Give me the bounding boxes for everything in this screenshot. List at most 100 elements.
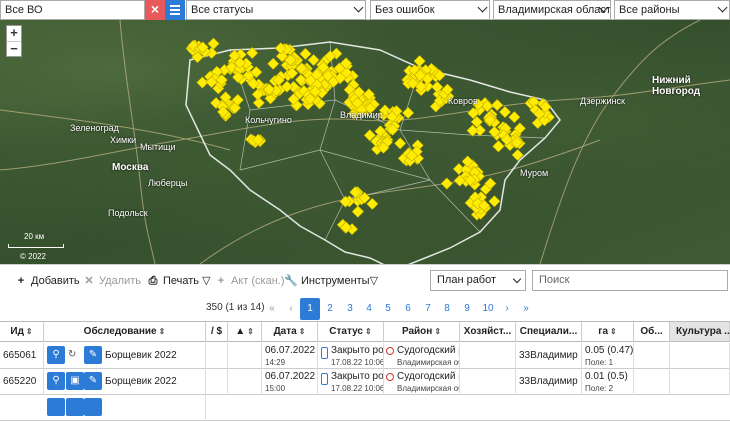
specialist-value: 33Владимир: [519, 376, 578, 387]
delete-button[interactable]: ✕ Удалить: [82, 273, 141, 289]
survey-marker[interactable]: [440, 177, 453, 190]
map-markers: [185, 37, 555, 236]
col-date[interactable]: Дата ⇕: [262, 322, 318, 342]
tools-button[interactable]: 🔧 Инструменты▽: [284, 273, 378, 289]
search-placeholder: Поиск: [539, 274, 570, 286]
col-owner-label: Хозяйст...: [463, 326, 512, 337]
errors-select[interactable]: Без ошибок: [370, 0, 490, 20]
col-culture[interactable]: Культура ...: [670, 322, 730, 342]
table-row[interactable]: 665061 ⚲ ↻ ✎ Борщевик 2022 06.07.2022 14:…: [0, 343, 730, 369]
col-id[interactable]: Ид ⇕: [0, 322, 44, 342]
survey-marker[interactable]: [492, 140, 505, 153]
region-select[interactable]: Владимирская область: [493, 0, 611, 20]
table-row[interactable]: [0, 395, 730, 421]
sort-icon: ⇕: [365, 327, 372, 336]
status-date: 17.08.22 10:06: [331, 358, 384, 367]
map-label-murom: Муром: [520, 168, 549, 178]
table-row[interactable]: 665220 ⚲ ▣ ✎ Борщевик 2022 06.07.2022 15:…: [0, 369, 730, 395]
survey-marker[interactable]: [508, 111, 521, 124]
cell-date: 06.07.2022 14:29: [262, 343, 318, 369]
act-label: Акт (скан.): [231, 275, 285, 287]
phone-icon: [321, 347, 328, 359]
delete-label: Удалить: [99, 275, 141, 287]
cell-district: Судогодский ра... Владимирская обла...: [384, 369, 460, 395]
cell-date: 06.07.2022 15:00: [262, 369, 318, 395]
status-value: Закрыто ро...: [331, 371, 384, 382]
edit-button[interactable]: ✎: [84, 346, 102, 364]
image-button[interactable]: ▣: [66, 372, 84, 390]
wrench-icon: 🔧: [284, 275, 298, 287]
edit-button[interactable]: ✎: [84, 372, 102, 390]
district-select-value: Все районы: [619, 4, 680, 16]
prev-page-button[interactable]: ‹: [281, 298, 301, 320]
page-5[interactable]: 5: [378, 298, 398, 320]
next-page-button[interactable]: ›: [497, 298, 517, 320]
district-select[interactable]: Все районы: [614, 0, 730, 20]
page-8[interactable]: 8: [437, 298, 457, 320]
chevron-down-icon: [717, 2, 728, 13]
map-label-moscow: Москва: [112, 162, 149, 173]
survey-marker[interactable]: [491, 99, 504, 112]
sort-icon: ⇕: [610, 327, 617, 336]
status-select[interactable]: Все статусы: [186, 0, 366, 20]
page-1[interactable]: 1: [300, 298, 320, 320]
page-6[interactable]: 6: [398, 298, 418, 320]
page-3[interactable]: 3: [340, 298, 360, 320]
survey-marker[interactable]: [267, 57, 280, 70]
col-district[interactable]: Район ⇕: [384, 322, 460, 342]
col-ha[interactable]: га ⇕: [582, 322, 634, 342]
col-date-label: Дата: [273, 326, 297, 337]
zoom-out-button[interactable]: −: [7, 41, 21, 56]
caret-down-icon: ▽: [369, 275, 379, 287]
map-pin-button[interactable]: ⚲: [47, 372, 65, 390]
map-view[interactable]: + − Зеленоград Химки Мытищи Москва Любер…: [0, 20, 730, 264]
map-pin-button[interactable]: ⚲: [47, 346, 65, 364]
clear-filter-button[interactable]: ×: [145, 0, 165, 20]
survey-marker[interactable]: [351, 205, 364, 218]
vo-filter[interactable]: Все ВО: [0, 0, 145, 20]
survey-name: Борщевик 2022: [105, 350, 177, 361]
page-4[interactable]: 4: [359, 298, 379, 320]
list-button[interactable]: [165, 0, 185, 20]
survey-marker[interactable]: [498, 105, 512, 119]
col-ob[interactable]: Об...: [634, 322, 670, 342]
chevron-down-icon: [477, 2, 488, 13]
zoom-in-button[interactable]: +: [7, 26, 21, 41]
survey-marker[interactable]: [488, 195, 501, 208]
time-value: 15:00: [265, 384, 286, 393]
last-page-button[interactable]: »: [516, 298, 536, 320]
map-copyright: © 2022: [20, 252, 46, 261]
row-id: 665220: [3, 376, 37, 387]
col-status[interactable]: Статус ⇕: [318, 322, 384, 342]
map-label-khimki: Химки: [110, 135, 137, 145]
act-button[interactable]: + Акт (скан.): [214, 273, 285, 289]
errors-select-value: Без ошибок: [375, 4, 435, 16]
sort-icon: ⇕: [158, 327, 166, 336]
first-page-button[interactable]: «: [262, 298, 282, 320]
survey-marker[interactable]: [394, 137, 407, 150]
map-label-zelenograd: Зеленоград: [70, 123, 119, 133]
page-2[interactable]: 2: [320, 298, 340, 320]
print-button[interactable]: ⎙ Печать ▽: [146, 273, 211, 289]
col-money[interactable]: / $: [206, 322, 228, 342]
survey-marker[interactable]: [207, 37, 220, 50]
col-warning[interactable]: ▲ ⇕: [228, 322, 262, 342]
survey-marker[interactable]: [413, 55, 426, 68]
map-label-vladimir: Владимир: [340, 110, 383, 120]
map-label-nizhny: Нижний Новгород: [652, 75, 701, 97]
col-status-label: Статус: [329, 326, 363, 337]
add-button[interactable]: + Добавить: [14, 273, 80, 289]
page-7[interactable]: 7: [418, 298, 438, 320]
close-icon: ×: [150, 1, 160, 17]
ha-value: 0.01 (0.5): [585, 371, 628, 382]
col-owner[interactable]: Хозяйст...: [460, 322, 516, 342]
col-specialist[interactable]: Специали...: [516, 322, 582, 342]
status-value: Закрыто ро...: [331, 345, 384, 356]
plan-select[interactable]: План работ: [430, 270, 526, 291]
col-survey[interactable]: Обследование ⇕: [44, 322, 206, 342]
page-10[interactable]: 10: [478, 298, 498, 320]
sort-icon: ⇕: [298, 327, 306, 336]
page-9[interactable]: 9: [457, 298, 477, 320]
search-input[interactable]: Поиск: [532, 270, 728, 291]
survey-marker[interactable]: [299, 47, 312, 60]
